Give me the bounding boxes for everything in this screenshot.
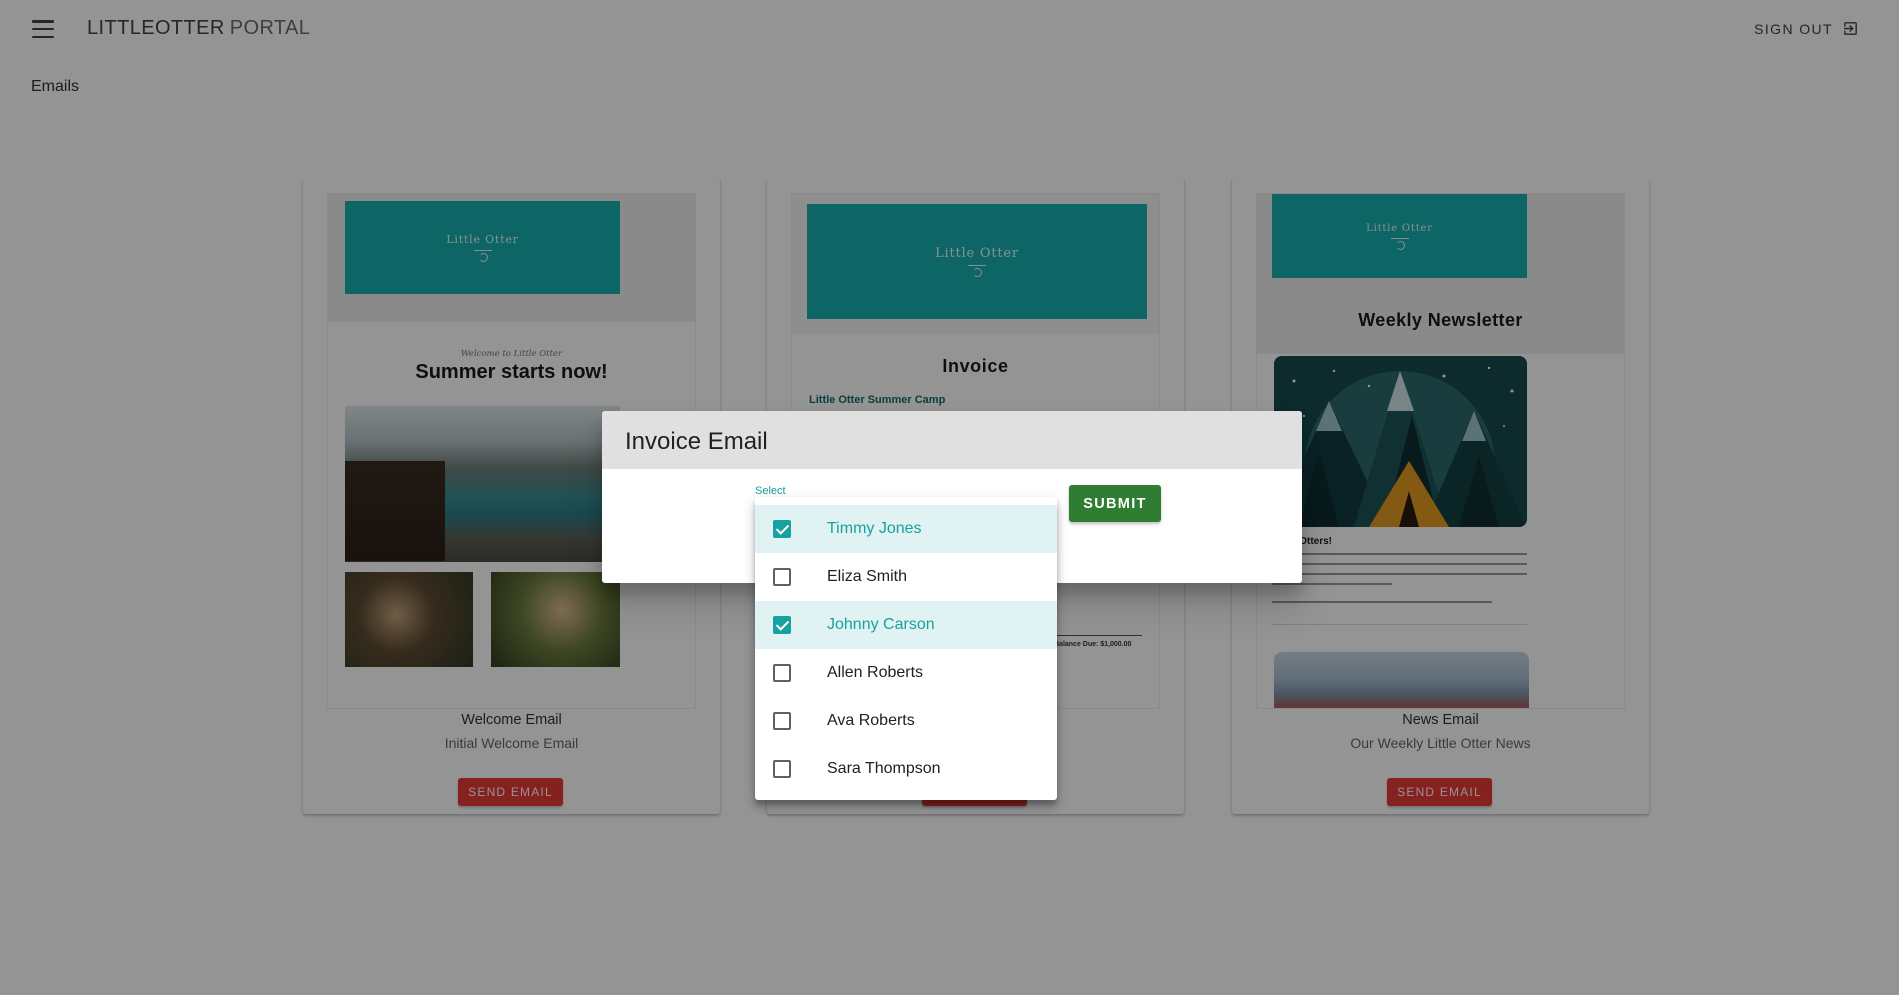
checkbox-unchecked-icon[interactable] [773, 568, 791, 586]
select-field-label: Select [755, 485, 786, 497]
option-label: Ava Roberts [827, 712, 915, 729]
checkbox-unchecked-icon[interactable] [773, 760, 791, 778]
option-label: Allen Roberts [827, 664, 924, 681]
option-ava-roberts[interactable]: Ava Roberts [755, 697, 1057, 745]
dialog-header: Invoice Email [602, 411, 1302, 469]
checkbox-unchecked-icon[interactable] [773, 712, 791, 730]
submit-button[interactable]: SUBMIT [1069, 485, 1161, 522]
recipient-select-menu: Timmy Jones Eliza Smith Johnny Carson Al… [755, 497, 1057, 800]
checkbox-checked-icon[interactable] [773, 520, 791, 538]
option-label: Timmy Jones [827, 520, 922, 537]
option-timmy-jones[interactable]: Timmy Jones [755, 505, 1057, 553]
checkbox-unchecked-icon[interactable] [773, 664, 791, 682]
option-sara-thompson[interactable]: Sara Thompson [755, 745, 1057, 793]
option-allen-roberts[interactable]: Allen Roberts [755, 649, 1057, 697]
dialog-title: Invoice Email [625, 428, 768, 455]
option-label: Sara Thompson [827, 760, 941, 777]
option-label: Johnny Carson [827, 616, 935, 633]
option-johnny-carson[interactable]: Johnny Carson [755, 601, 1057, 649]
option-eliza-smith[interactable]: Eliza Smith [755, 553, 1057, 601]
option-label: Eliza Smith [827, 568, 908, 585]
checkbox-checked-icon[interactable] [773, 616, 791, 634]
